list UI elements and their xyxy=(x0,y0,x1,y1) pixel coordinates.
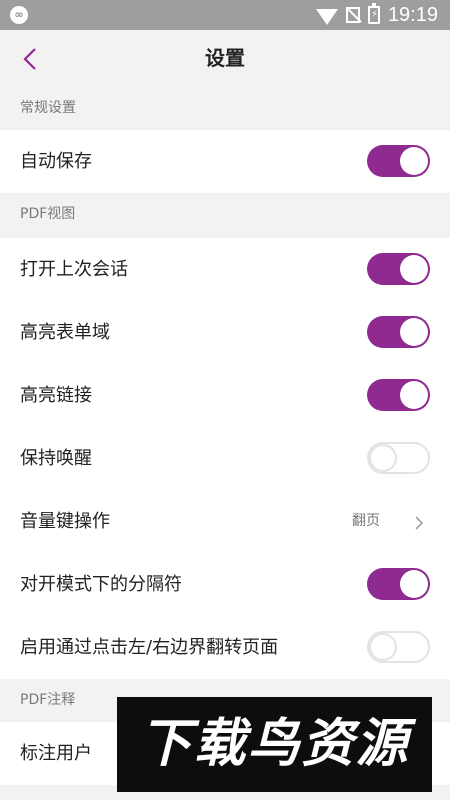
setting-label: 启用通过点击左/右边界翻转页面 xyxy=(20,637,279,658)
setting-row-spread-mode-separator[interactable]: 对开模式下的分隔符 xyxy=(0,553,450,616)
toggle-knob xyxy=(400,570,428,598)
section-header-pdf-view: PDF视图 xyxy=(0,193,450,236)
chevron-right-icon xyxy=(412,515,426,530)
autosave-toggle[interactable] xyxy=(367,145,430,177)
setting-label: 保持唤醒 xyxy=(20,448,92,469)
setting-row-keep-awake[interactable]: 保持唤醒 xyxy=(0,427,450,490)
setting-row-highlight-links[interactable]: 高亮链接 xyxy=(0,364,450,427)
keep-awake-toggle[interactable] xyxy=(367,442,430,474)
setting-row-tap-edge-turn-page[interactable]: 启用通过点击左/右边界翻转页面 xyxy=(0,616,450,679)
chevron-left-icon xyxy=(23,48,36,70)
wifi-icon xyxy=(315,9,338,25)
setting-label: 标注用户 xyxy=(20,743,92,764)
toggle-knob xyxy=(400,318,428,346)
status-icons: ⚡ 19:19 xyxy=(315,0,438,30)
battery-charging-icon: ⚡ xyxy=(367,3,380,24)
setting-label: 音量键操作 xyxy=(20,511,110,532)
volume-key-action-value: 翻页 xyxy=(352,513,380,529)
toggle-knob xyxy=(369,444,397,472)
setting-row-autosave[interactable]: 自动保存 xyxy=(0,130,450,193)
infinity-icon: ∞ xyxy=(10,6,28,24)
toggle-knob xyxy=(400,147,428,175)
status-time: 19:19 xyxy=(387,3,438,26)
tap-edge-turn-page-toggle[interactable] xyxy=(367,631,430,663)
watermark-logo: 下载鸟资源 xyxy=(117,697,432,792)
setting-label: 对开模式下的分隔符 xyxy=(20,574,182,595)
setting-label: 高亮链接 xyxy=(20,385,92,406)
spread-mode-separator-toggle[interactable] xyxy=(367,568,430,600)
back-button[interactable] xyxy=(18,46,44,72)
status-bar: ∞ ⚡ 19:19 xyxy=(0,0,450,30)
setting-label: 打开上次会话 xyxy=(20,259,128,280)
highlight-form-fields-toggle[interactable] xyxy=(367,316,430,348)
setting-label: 高亮表单域 xyxy=(20,322,110,343)
setting-row-highlight-form-fields[interactable]: 高亮表单域 xyxy=(0,301,450,364)
setting-label: 自动保存 xyxy=(20,151,92,172)
open-last-session-toggle[interactable] xyxy=(367,253,430,285)
section-header-general: 常规设置 xyxy=(0,87,450,130)
page-title: 设置 xyxy=(205,46,245,70)
app-header: 设置 xyxy=(0,30,450,87)
toggle-knob xyxy=(369,633,397,661)
setting-row-open-last-session[interactable]: 打开上次会话 xyxy=(0,238,450,301)
toggle-knob xyxy=(400,381,428,409)
no-signal-icon xyxy=(345,7,360,23)
highlight-links-toggle[interactable] xyxy=(367,379,430,411)
setting-row-volume-key-action[interactable]: 音量键操作 翻页 xyxy=(0,490,450,553)
toggle-knob xyxy=(400,255,428,283)
